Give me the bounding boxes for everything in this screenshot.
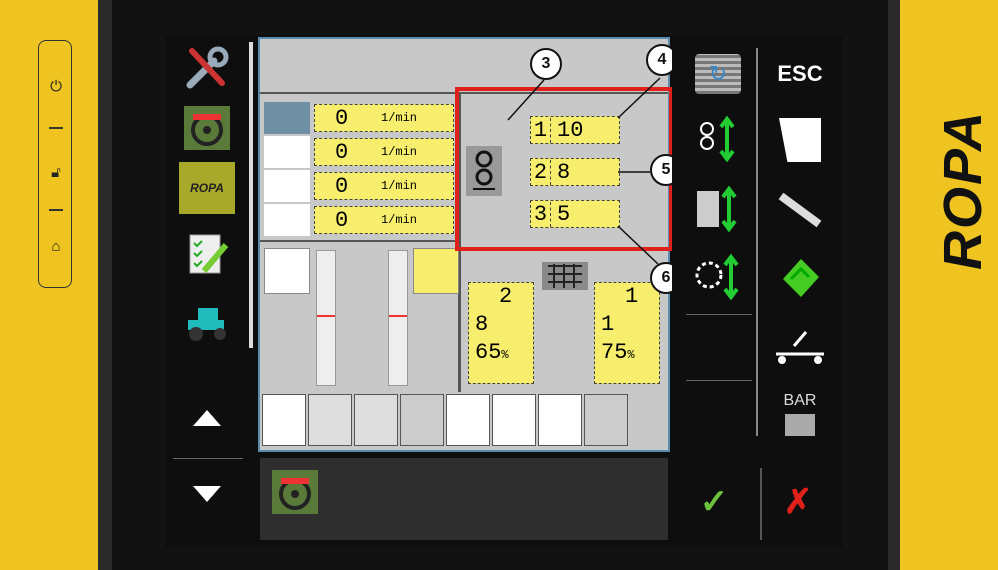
lower-bar [260, 458, 668, 540]
divider [760, 468, 762, 540]
bar-button[interactable]: BAR [762, 384, 838, 444]
hopper-icon[interactable] [762, 110, 838, 170]
gauge-icon[interactable] [308, 394, 352, 446]
steering-wheel-icon[interactable] [272, 470, 318, 514]
esc-button[interactable]: ESC [762, 44, 838, 104]
bar-icon [785, 414, 815, 436]
cleaner-rotor-icon[interactable] [680, 248, 756, 308]
row-count-icon[interactable] [680, 110, 756, 170]
hopper-shape [779, 118, 821, 162]
divider [686, 380, 752, 381]
width-icon[interactable] [354, 394, 398, 446]
refresh-icon[interactable]: ↻ [680, 44, 756, 104]
knife-icon[interactable] [762, 180, 838, 240]
divider [686, 314, 752, 315]
grid-icon[interactable] [446, 394, 490, 446]
grid-height-icon[interactable] [680, 180, 756, 240]
callout-marker: 3 [530, 48, 562, 80]
conveyor-icon[interactable] [762, 316, 838, 376]
field-icon[interactable] [762, 248, 838, 308]
lift-icon[interactable] [492, 394, 536, 446]
grid-icon[interactable] [400, 394, 444, 446]
height-adjust-icon[interactable] [538, 394, 582, 446]
divider [756, 48, 758, 436]
scroll-gauge-icon[interactable] [262, 394, 306, 446]
refresh-glyph: ↻ [695, 54, 741, 94]
function-row [258, 392, 668, 450]
cancel-button[interactable]: ✗ [774, 478, 822, 526]
track-width-icon[interactable] [584, 394, 628, 446]
bar-label: BAR [783, 392, 817, 409]
confirm-button[interactable]: ✓ [690, 478, 738, 526]
